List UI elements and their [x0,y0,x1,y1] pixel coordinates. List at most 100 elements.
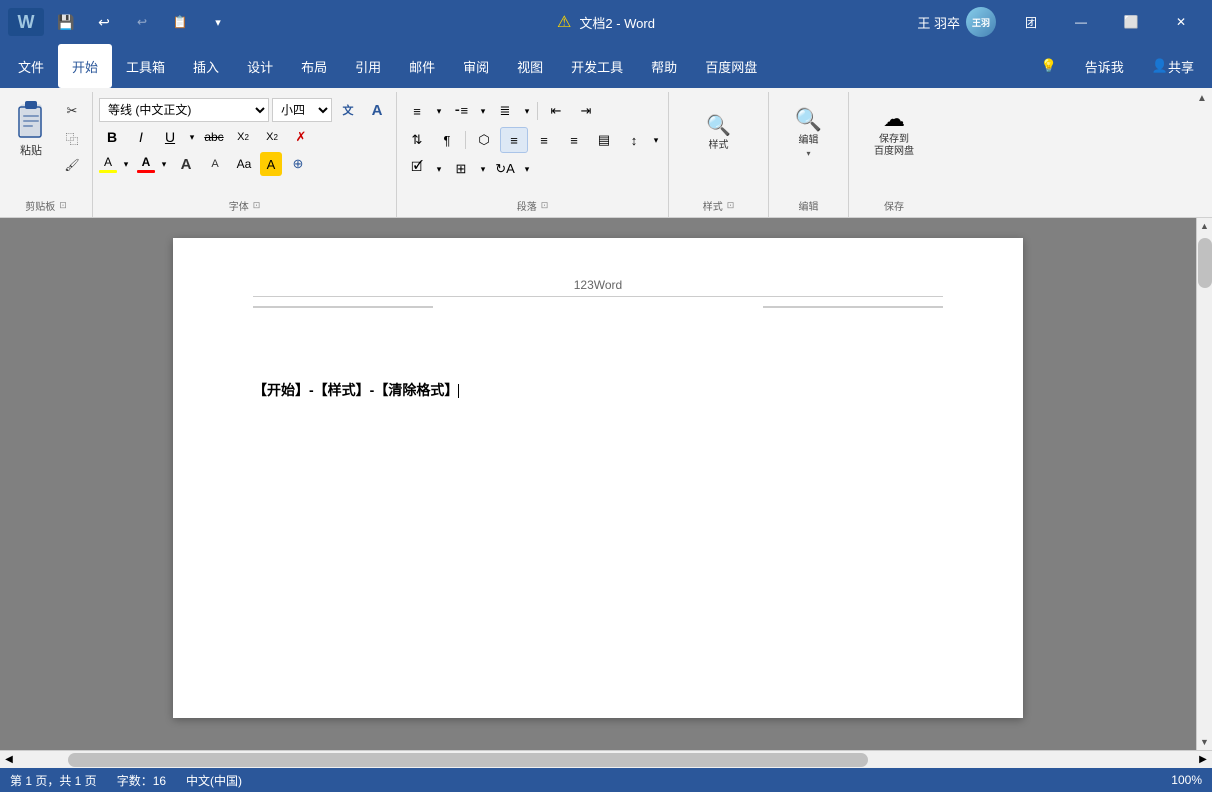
tell-me-btn[interactable]: 告诉我 [1071,44,1138,88]
scroll-thumb[interactable] [1198,238,1212,288]
bullets-arrow[interactable]: ▾ [433,98,445,124]
border-btn[interactable]: ⊞ [447,156,475,182]
qa-more-btn[interactable]: ▾ [202,6,234,38]
superscript-button[interactable]: X2 [259,125,285,149]
text-direction-arrow[interactable]: ▾ [521,156,533,182]
save-quick-btn[interactable]: 💾 [50,6,82,38]
text-highlight-arrow[interactable]: ▾ [120,152,132,176]
undo-quick-btn[interactable]: ↩ [88,6,120,38]
menu-mail[interactable]: 邮件 [395,44,449,88]
redo-quick-btn[interactable]: ↩ [126,6,158,38]
font-expander[interactable]: ⊡ [253,200,261,211]
menu-layout[interactable]: 布局 [287,44,341,88]
border-arrow[interactable]: ▾ [477,156,489,182]
decrease-indent-btn[interactable]: ⇤ [542,98,570,124]
numbering-arrow[interactable]: ▾ [477,98,489,124]
font-size-select[interactable]: 小四 [272,98,332,122]
change-case-btn[interactable]: Aa [231,152,257,176]
numbering-btn[interactable]: ⁃≡ [447,98,475,124]
menu-toolbox[interactable]: 工具箱 [112,44,179,88]
document-content[interactable]: 【开始】-【样式】-【清除格式】 [253,378,943,403]
line-spacing-btn[interactable]: ↕ [620,127,648,153]
bullets-btn[interactable]: ≡ [403,98,431,124]
menu-review[interactable]: 审阅 [449,44,503,88]
minimize-btn[interactable]: — [1058,0,1104,44]
show-marks-btn[interactable]: ¶ [433,127,461,153]
word-count: 字数：16 [117,772,166,789]
line-spacing-arrow[interactable]: ▾ [650,127,662,153]
align-center-btn[interactable]: ≡ [500,127,528,153]
align-right-btn[interactable]: ≡ [530,127,558,153]
vertical-scrollbar: ▲ ▼ [1196,218,1212,750]
subscript-button[interactable]: X2 [230,125,256,149]
font-grow-btn[interactable]: A [173,152,199,176]
menu-dev[interactable]: 开发工具 [557,44,637,88]
user-area[interactable]: 王 羽卒 王羽 [909,7,1004,37]
save-baidu-button[interactable]: ☁ 保存到百度网盘 [858,96,930,168]
para-row-2: ⇅ ¶ ⬡ ≡ ≡ ≡ ▤ ↕ ▾ [403,127,662,153]
bold-button[interactable]: B [99,125,125,149]
shading-arrow[interactable]: ▾ [433,156,445,182]
increase-indent-btn[interactable]: ⇥ [572,98,600,124]
font-color-btn[interactable]: A [137,155,155,173]
font-row-3: A ▾ A ▾ A A Aa A ⊕ [99,152,311,176]
text-direction-btn[interactable]: ↻A [491,156,519,182]
align-left-btn[interactable]: ⬡ [470,127,498,153]
scroll-up-btn[interactable]: ▲ [1197,218,1212,234]
document-page[interactable]: 123Word 【开始】-【样式】-【清除格式】 [173,238,1023,718]
share-btn[interactable]: 👤 共享 [1138,44,1208,88]
font-name-select[interactable]: 等线 (中文正文) [99,98,269,122]
doc-scroll-area[interactable]: 123Word 【开始】-【样式】-【清除格式】 [0,218,1196,750]
font-a-btn[interactable]: A [364,98,390,122]
title-right: 王 羽卒 王羽 团 — ⬜ ✕ [909,0,1204,44]
h-scroll-thumb[interactable] [68,753,868,767]
maximize-btn[interactable]: ⬜ [1108,0,1154,44]
save-content: ☁ 保存到百度网盘 [858,92,930,196]
menu-home[interactable]: 开始 [58,44,112,88]
print-quick-btn[interactable]: 📋 [164,6,196,38]
content-area: 123Word 【开始】-【样式】-【清除格式】 ▲ ▼ [0,218,1212,750]
char-highlight-btn[interactable]: A [260,152,282,176]
menu-help[interactable]: 帮助 [637,44,691,88]
tell-me-icon[interactable]: 💡 [1027,44,1071,88]
paste-button[interactable]: 粘贴 [6,96,56,162]
font-shrink-btn[interactable]: A [202,152,228,176]
menu-view[interactable]: 视图 [503,44,557,88]
underline-button[interactable]: U [157,125,183,149]
columns-btn[interactable]: ▤ [590,127,618,153]
strikethrough-button[interactable]: abc [201,125,227,149]
styles-expander[interactable]: ⊡ [727,200,735,211]
multilevel-btn[interactable]: ≣ [491,98,519,124]
underline-arrow[interactable]: ▾ [186,125,198,149]
sort-btn[interactable]: ⇅ [403,127,431,153]
italic-button[interactable]: I [128,125,154,149]
scroll-left-btn[interactable]: ◀ [0,751,18,769]
ribbon-collapse-btn[interactable]: ▲ [1192,88,1212,108]
menu-bar: 文件 开始 工具箱 插入 设计 布局 引用 邮件 审阅 视图 开发工具 帮助 百… [0,44,1212,88]
menu-insert[interactable]: 插入 [179,44,233,88]
copy-button[interactable]: ⿻ [58,125,86,151]
close-btn[interactable]: ✕ [1158,0,1204,44]
menu-file[interactable]: 文件 [4,44,58,88]
menu-baidu[interactable]: 百度网盘 [691,44,771,88]
share-group-btn[interactable]: 团 [1008,0,1054,44]
clear-format-button[interactable]: ✗ [288,125,314,149]
styles-button[interactable]: 🔍 样式 [683,96,755,168]
align-justify-btn[interactable]: ≡ [560,127,588,153]
text-highlight-btn[interactable]: A [99,155,117,173]
format-painter-btn[interactable]: 🖌 [58,152,86,178]
font-effects-btn[interactable]: ⊕ [285,152,311,176]
scroll-right-btn[interactable]: ▶ [1194,751,1212,769]
scroll-down-btn[interactable]: ▼ [1197,734,1212,750]
multilevel-arrow[interactable]: ▾ [521,98,533,124]
wen-btn[interactable]: 文 [335,98,361,122]
edit-button[interactable]: 🔍 编辑 ▾ [779,96,839,168]
shading-btn[interactable]: 🗹 [403,156,431,182]
main-layout: 123Word 【开始】-【样式】-【清除格式】 ▲ ▼ ◀ ▶ [0,218,1212,768]
clipboard-expander[interactable]: ⊡ [59,200,67,211]
font-color-arrow[interactable]: ▾ [158,152,170,176]
cut-button[interactable]: ✂ [58,98,86,124]
para-expander[interactable]: ⊡ [541,200,549,211]
menu-reference[interactable]: 引用 [341,44,395,88]
menu-design[interactable]: 设计 [233,44,287,88]
